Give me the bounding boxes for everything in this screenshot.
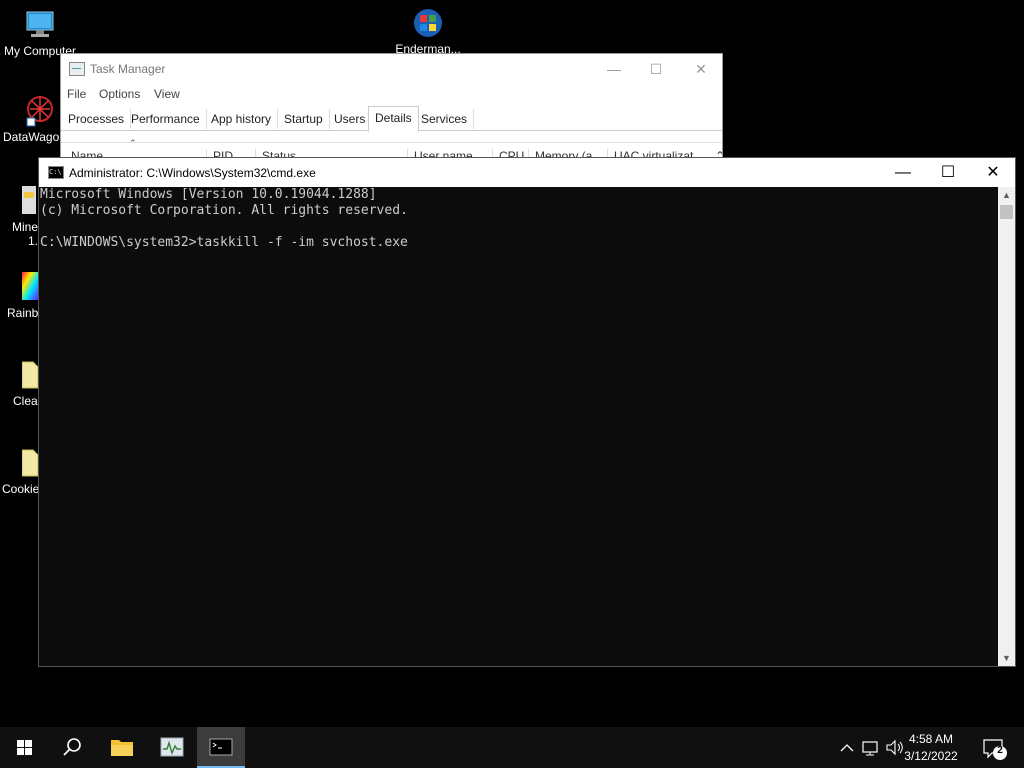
tab-services[interactable]: Services: [415, 109, 475, 129]
console-line: Microsoft Windows [Version 10.0.19044.12…: [40, 187, 377, 202]
windows-logo-icon: [411, 6, 445, 40]
desktop-icon-label: Mine: [12, 220, 39, 234]
task-manager-icon: [69, 62, 85, 76]
desktop-icon-clean[interactable]: Clean: [0, 358, 40, 408]
taskbar-clock[interactable]: 4:58 AM 3/12/2022: [896, 731, 966, 765]
desktop-icon-label: Cookie: [2, 482, 40, 496]
tab-app-history[interactable]: App history: [205, 109, 279, 129]
desktop-icon-label: Clean: [13, 394, 40, 408]
network-icon: [862, 741, 878, 756]
command-prompt-icon: [209, 738, 233, 756]
command-prompt-window[interactable]: C:\ Administrator: C:\Windows\System32\c…: [38, 157, 1016, 667]
command-prompt-taskbar-button[interactable]: [197, 727, 245, 768]
taskbar: 4:58 AM 3/12/2022 2: [0, 727, 1024, 768]
search-button[interactable]: [48, 727, 96, 768]
desktop-icon-rainbow[interactable]: Rainb: [0, 270, 40, 320]
desktop-icon-my-computer[interactable]: My Computer: [0, 8, 80, 58]
desktop-icon-enderman[interactable]: Enderman...: [388, 6, 468, 56]
tab-users[interactable]: Users: [328, 109, 373, 129]
minimize-button[interactable]: —: [880, 158, 926, 187]
file-explorer-button[interactable]: [98, 727, 146, 768]
file-icon: [21, 446, 39, 480]
clock-date: 3/12/2022: [904, 749, 958, 763]
notifications-button[interactable]: 2: [978, 727, 1014, 768]
datawago-icon: [23, 94, 57, 128]
task-manager-taskbar-button[interactable]: [148, 727, 196, 768]
console-line: C:\WINDOWS\system32>taskkill -f -im svch…: [40, 235, 408, 250]
notification-count-badge: 2: [997, 745, 1003, 756]
console-line: (c) Microsoft Corporation. All rights re…: [40, 203, 408, 218]
document-icon: [22, 184, 36, 218]
command-prompt-icon: C:\: [48, 166, 64, 179]
close-button[interactable]: ✕: [678, 58, 722, 80]
start-button[interactable]: [0, 727, 48, 768]
tab-startup[interactable]: Startup: [278, 109, 330, 129]
command-prompt-title: Administrator: C:\Windows\System32\cmd.e…: [69, 166, 316, 180]
network-button[interactable]: [860, 727, 882, 768]
close-button[interactable]: ✕: [970, 158, 1015, 187]
menu-file[interactable]: File: [67, 87, 86, 101]
windows-start-icon: [17, 740, 32, 755]
desktop-icon-label: Rainb: [7, 306, 39, 320]
scroll-down-arrow-icon[interactable]: ▼: [998, 650, 1015, 666]
task-manager-titlebar[interactable]: Task Manager — ☐ ✕: [61, 54, 722, 83]
desktop-icon-cookie[interactable]: Cookie: [0, 446, 40, 496]
desktop-icon-sublabel: 1.: [28, 234, 39, 248]
vertical-scrollbar[interactable]: ▲ ▼: [998, 187, 1015, 666]
desktop-icon-mine[interactable]: Mine 1.: [0, 184, 40, 248]
menu-options[interactable]: Options: [99, 87, 140, 101]
tab-details[interactable]: Details: [368, 106, 419, 132]
tab-processes[interactable]: Processes: [62, 109, 132, 129]
tab-performance[interactable]: Performance: [125, 109, 207, 129]
computer-icon: [23, 8, 57, 42]
folder-icon: [111, 740, 133, 756]
console-output[interactable]: Microsoft Windows [Version 10.0.19044.12…: [39, 187, 1000, 666]
maximize-button[interactable]: ☐: [925, 158, 971, 187]
search-icon: [63, 738, 81, 756]
rainbow-icon: [22, 270, 38, 304]
task-manager-tabs: Processes Performance App history Startu…: [61, 106, 722, 132]
minimize-button[interactable]: —: [591, 58, 637, 80]
scroll-thumb[interactable]: [1000, 205, 1013, 219]
task-manager-title: Task Manager: [90, 62, 166, 76]
desktop: My Computer Enderman... DataWago Mine 1.…: [0, 0, 1024, 768]
show-hidden-icons-button[interactable]: [838, 727, 856, 768]
task-manager-window[interactable]: Task Manager — ☐ ✕ File Options View Pro…: [60, 53, 723, 163]
chevron-up-icon: [840, 744, 854, 752]
menu-view[interactable]: View: [154, 87, 180, 101]
command-prompt-titlebar[interactable]: C:\ Administrator: C:\Windows\System32\c…: [39, 158, 1015, 187]
scroll-up-arrow-icon[interactable]: ▲: [998, 187, 1015, 204]
task-manager-icon: [160, 737, 184, 757]
task-manager-menubar: File Options View: [61, 83, 722, 105]
clock-time: 4:58 AM: [908, 732, 954, 746]
file-icon: [21, 358, 39, 392]
maximize-button[interactable]: ☐: [633, 58, 679, 80]
